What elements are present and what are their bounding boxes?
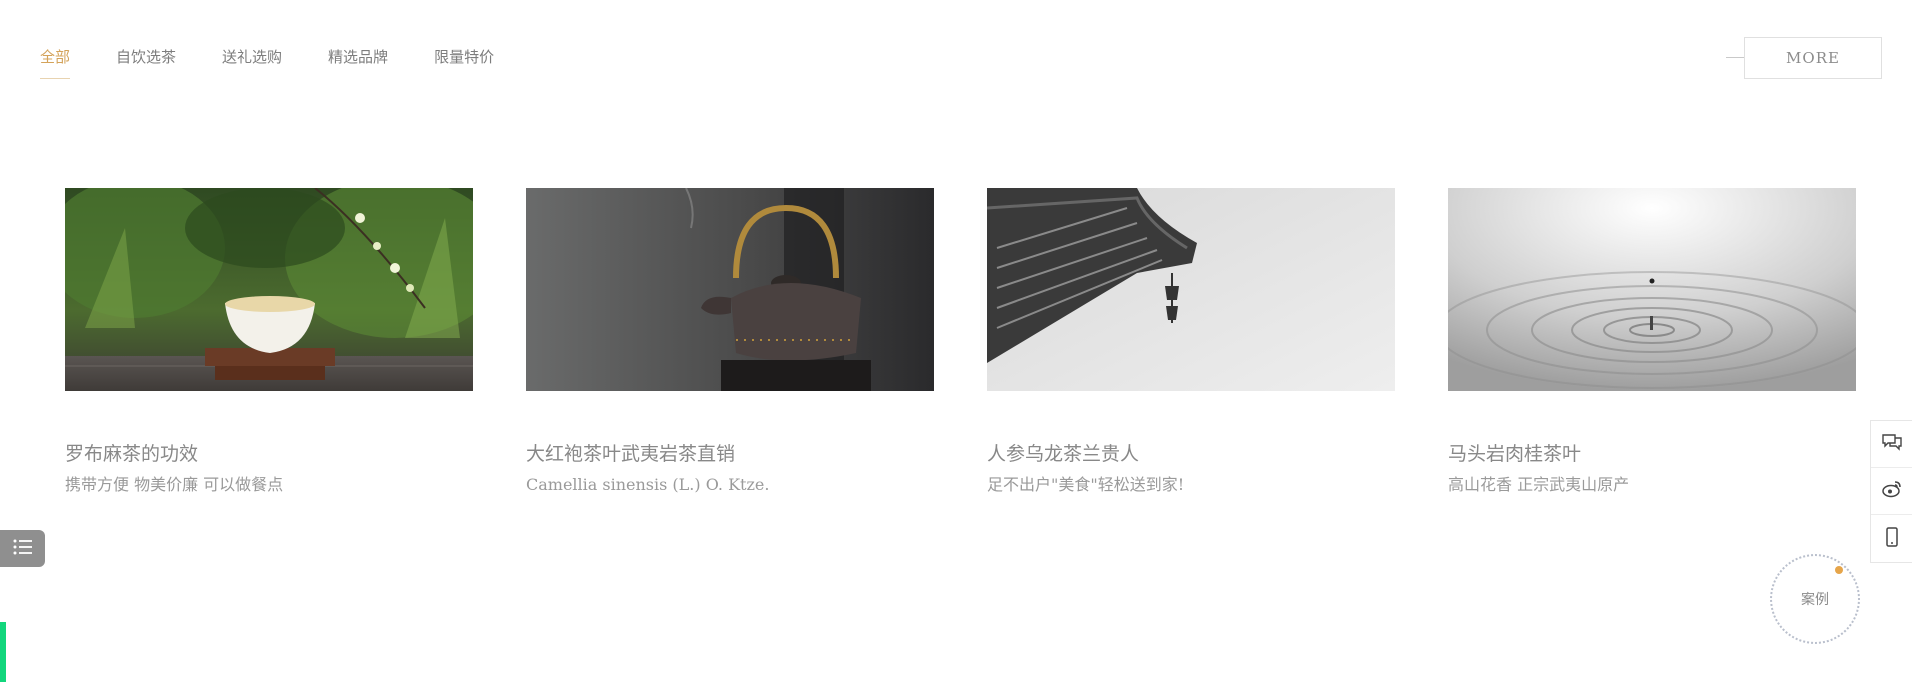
category-tabs: 全部 自饮选茶 送礼选购 精选品牌 限量特价: [40, 46, 540, 79]
product-title[interactable]: 罗布麻茶的功效: [65, 441, 473, 467]
tab-gift[interactable]: 送礼选购: [222, 46, 282, 68]
product-image-temple-eaves[interactable]: [987, 188, 1395, 391]
side-toolbar: [1870, 420, 1912, 563]
product-title[interactable]: 人参乌龙茶兰贵人: [987, 441, 1395, 467]
case-label: 案例: [1801, 592, 1829, 608]
page: 全部 自饮选茶 送礼选购 精选品牌 限量特价 MORE 罗布麻茶的功效 携带方便…: [0, 0, 1912, 682]
mobile-button[interactable]: [1871, 515, 1912, 562]
chat-icon: [1881, 432, 1903, 456]
list-icon: [12, 538, 34, 560]
menu-toggle-button[interactable]: [0, 530, 45, 567]
tab-brands[interactable]: 精选品牌: [328, 46, 388, 68]
product-description: 携带方便 物美价廉 可以做餐点: [65, 475, 284, 494]
weibo-icon: [1881, 479, 1903, 503]
product-image-teapot[interactable]: [526, 188, 934, 391]
tab-self-drink[interactable]: 自饮选茶: [116, 46, 176, 68]
product-card[interactable]: 大红袍茶叶武夷岩茶直销 Camellia sinensis (L.) O. Kt…: [526, 188, 934, 497]
tab-special-offer[interactable]: 限量特价: [434, 46, 494, 68]
product-image-tea-cup[interactable]: [65, 188, 473, 391]
product-description: 高山花香 正宗武夷山原产: [1448, 475, 1630, 494]
product-card[interactable]: 马头岩肉桂茶叶 高山花香 正宗武夷山原产: [1448, 188, 1856, 497]
product-description: 足不出户"美食"轻松送到家!: [987, 475, 1185, 494]
product-cards: 罗布麻茶的功效 携带方便 物美价廉 可以做餐点 大红袍茶叶武夷岩茶直销 Came…: [65, 188, 1856, 497]
product-image-water-ripple[interactable]: [1448, 188, 1856, 391]
product-card[interactable]: 人参乌龙茶兰贵人 足不出户"美食"轻松送到家!: [987, 188, 1395, 497]
weibo-button[interactable]: [1871, 468, 1912, 515]
product-title[interactable]: 大红袍茶叶武夷岩茶直销: [526, 441, 934, 467]
product-card[interactable]: 罗布麻茶的功效 携带方便 物美价廉 可以做餐点: [65, 188, 473, 497]
chat-button[interactable]: [1871, 421, 1912, 468]
tab-all[interactable]: 全部: [40, 46, 71, 79]
case-indicator-dot: [1835, 566, 1843, 574]
product-description: Camellia sinensis (L.) O. Ktze.: [526, 475, 770, 494]
case-button[interactable]: 案例: [1770, 554, 1860, 644]
left-accent-bar: [0, 622, 6, 682]
more-button[interactable]: MORE: [1744, 37, 1882, 79]
product-title[interactable]: 马头岩肉桂茶叶: [1448, 441, 1856, 467]
mobile-icon: [1885, 526, 1899, 551]
